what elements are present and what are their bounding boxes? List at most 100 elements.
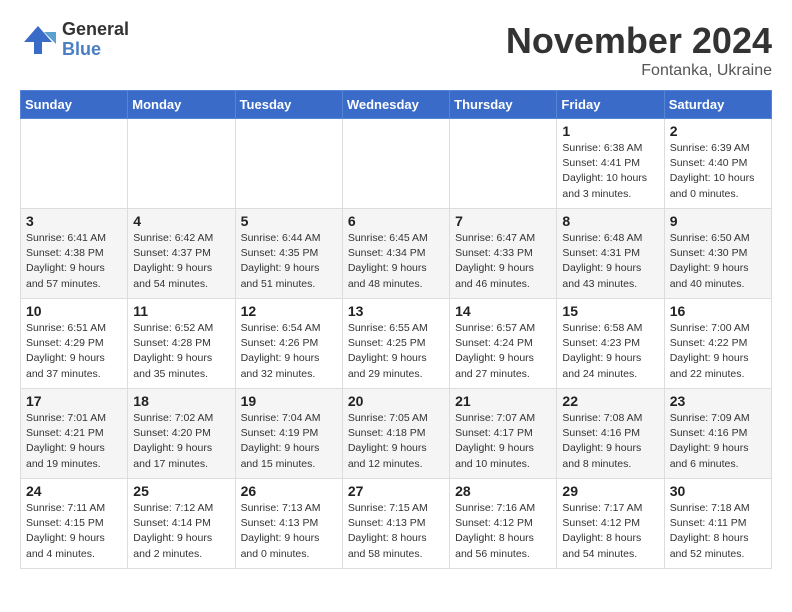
header-day-saturday: Saturday bbox=[664, 91, 771, 119]
day-number: 13 bbox=[348, 303, 444, 319]
day-number: 16 bbox=[670, 303, 766, 319]
day-number: 10 bbox=[26, 303, 122, 319]
day-number: 5 bbox=[241, 213, 337, 229]
week-row-2: 3Sunrise: 6:41 AM Sunset: 4:38 PM Daylig… bbox=[21, 209, 772, 299]
day-info: Sunrise: 6:44 AM Sunset: 4:35 PM Dayligh… bbox=[241, 231, 337, 292]
cell-week3-day0: 10 Sunrise: 6:51 AM Sunset: 4:29 PM Dayli… bbox=[21, 299, 128, 389]
day-info: Sunrise: 7:07 AM Sunset: 4:17 PM Dayligh… bbox=[455, 411, 551, 472]
logo-general-text: General bbox=[62, 20, 129, 40]
week-row-5: 24 Sunrise: 7:11 AM Sunset: 4:15 PM Dayli… bbox=[21, 479, 772, 569]
day-info: Sunrise: 7:11 AM Sunset: 4:15 PM Dayligh… bbox=[26, 501, 122, 562]
day-number: 30 bbox=[670, 483, 766, 499]
day-info: Sunrise: 6:58 AM Sunset: 4:23 PM Dayligh… bbox=[562, 321, 658, 382]
day-number: 11 bbox=[133, 303, 229, 319]
cell-week4-day6: 23Sunrise: 7:09 AM Sunset: 4:16 PM Dayli… bbox=[664, 389, 771, 479]
day-info: Sunrise: 6:45 AM Sunset: 4:34 PM Dayligh… bbox=[348, 231, 444, 292]
week-row-4: 17 Sunrise: 7:01 AM Sunset: 4:21 PM Dayli… bbox=[21, 389, 772, 479]
day-number: 7 bbox=[455, 213, 551, 229]
cell-week5-day6: 30 Sunrise: 7:18 AM Sunset: 4:11 PM Dayli… bbox=[664, 479, 771, 569]
cell-week4-day3: 20Sunrise: 7:05 AM Sunset: 4:18 PM Dayli… bbox=[342, 389, 449, 479]
day-number: 23 bbox=[670, 393, 766, 409]
day-info: Sunrise: 6:51 AM Sunset: 4:29 PM Dayligh… bbox=[26, 321, 122, 382]
cell-week3-day6: 16 Sunrise: 7:00 AM Sunset: 4:22 PM Dayli… bbox=[664, 299, 771, 389]
day-number: 8 bbox=[562, 213, 658, 229]
day-number: 19 bbox=[241, 393, 337, 409]
cell-week1-day0 bbox=[21, 119, 128, 209]
cell-week4-day2: 19 Sunrise: 7:04 AM Sunset: 4:19 PM Dayli… bbox=[235, 389, 342, 479]
cell-week1-day5: 1Sunrise: 6:38 AM Sunset: 4:41 PM Daylig… bbox=[557, 119, 664, 209]
day-info: Sunrise: 7:16 AM Sunset: 4:12 PM Dayligh… bbox=[455, 501, 551, 562]
cell-week4-day1: 18Sunrise: 7:02 AM Sunset: 4:20 PM Dayli… bbox=[128, 389, 235, 479]
day-info: Sunrise: 7:15 AM Sunset: 4:13 PM Dayligh… bbox=[348, 501, 444, 562]
title-section: November 2024 Fontanka, Ukraine bbox=[506, 20, 772, 80]
day-number: 21 bbox=[455, 393, 551, 409]
header: General Blue November 2024 Fontanka, Ukr… bbox=[20, 20, 772, 80]
cell-week4-day4: 21 Sunrise: 7:07 AM Sunset: 4:17 PM Dayli… bbox=[450, 389, 557, 479]
day-number: 26 bbox=[241, 483, 337, 499]
cell-week2-day2: 5 Sunrise: 6:44 AM Sunset: 4:35 PM Daylig… bbox=[235, 209, 342, 299]
location: Fontanka, Ukraine bbox=[506, 62, 772, 80]
day-number: 24 bbox=[26, 483, 122, 499]
cell-week1-day4 bbox=[450, 119, 557, 209]
cell-week5-day4: 28Sunrise: 7:16 AM Sunset: 4:12 PM Dayli… bbox=[450, 479, 557, 569]
day-info: Sunrise: 6:48 AM Sunset: 4:31 PM Dayligh… bbox=[562, 231, 658, 292]
cell-week4-day0: 17 Sunrise: 7:01 AM Sunset: 4:21 PM Dayli… bbox=[21, 389, 128, 479]
day-number: 2 bbox=[670, 123, 766, 139]
day-info: Sunrise: 7:04 AM Sunset: 4:19 PM Dayligh… bbox=[241, 411, 337, 472]
day-info: Sunrise: 7:12 AM Sunset: 4:14 PM Dayligh… bbox=[133, 501, 229, 562]
cell-week3-day2: 12Sunrise: 6:54 AM Sunset: 4:26 PM Dayli… bbox=[235, 299, 342, 389]
cell-week5-day2: 26Sunrise: 7:13 AM Sunset: 4:13 PM Dayli… bbox=[235, 479, 342, 569]
header-day-thursday: Thursday bbox=[450, 91, 557, 119]
day-info: Sunrise: 6:57 AM Sunset: 4:24 PM Dayligh… bbox=[455, 321, 551, 382]
logo-text: General Blue bbox=[62, 20, 129, 60]
cell-week3-day3: 13 Sunrise: 6:55 AM Sunset: 4:25 PM Dayli… bbox=[342, 299, 449, 389]
day-info: Sunrise: 6:39 AM Sunset: 4:40 PM Dayligh… bbox=[670, 141, 766, 202]
calendar-header: SundayMondayTuesdayWednesdayThursdayFrid… bbox=[21, 91, 772, 119]
header-day-tuesday: Tuesday bbox=[235, 91, 342, 119]
day-info: Sunrise: 6:47 AM Sunset: 4:33 PM Dayligh… bbox=[455, 231, 551, 292]
month-title: November 2024 bbox=[506, 20, 772, 62]
day-number: 9 bbox=[670, 213, 766, 229]
day-info: Sunrise: 6:50 AM Sunset: 4:30 PM Dayligh… bbox=[670, 231, 766, 292]
day-info: Sunrise: 7:17 AM Sunset: 4:12 PM Dayligh… bbox=[562, 501, 658, 562]
cell-week5-day5: 29Sunrise: 7:17 AM Sunset: 4:12 PM Dayli… bbox=[557, 479, 664, 569]
cell-week1-day6: 2 Sunrise: 6:39 AM Sunset: 4:40 PM Daylig… bbox=[664, 119, 771, 209]
cell-week3-day1: 11 Sunrise: 6:52 AM Sunset: 4:28 PM Dayli… bbox=[128, 299, 235, 389]
logo: General Blue bbox=[20, 20, 129, 60]
week-row-3: 10 Sunrise: 6:51 AM Sunset: 4:29 PM Dayli… bbox=[21, 299, 772, 389]
day-number: 17 bbox=[26, 393, 122, 409]
cell-week2-day1: 4 Sunrise: 6:42 AM Sunset: 4:37 PM Daylig… bbox=[128, 209, 235, 299]
cell-week5-day1: 25 Sunrise: 7:12 AM Sunset: 4:14 PM Dayli… bbox=[128, 479, 235, 569]
cell-week5-day0: 24 Sunrise: 7:11 AM Sunset: 4:15 PM Dayli… bbox=[21, 479, 128, 569]
day-info: Sunrise: 7:00 AM Sunset: 4:22 PM Dayligh… bbox=[670, 321, 766, 382]
day-info: Sunrise: 6:54 AM Sunset: 4:26 PM Dayligh… bbox=[241, 321, 337, 382]
day-info: Sunrise: 6:42 AM Sunset: 4:37 PM Dayligh… bbox=[133, 231, 229, 292]
logo-icon bbox=[20, 22, 56, 58]
cell-week3-day5: 15 Sunrise: 6:58 AM Sunset: 4:23 PM Dayli… bbox=[557, 299, 664, 389]
day-info: Sunrise: 6:52 AM Sunset: 4:28 PM Dayligh… bbox=[133, 321, 229, 382]
day-info: Sunrise: 6:41 AM Sunset: 4:38 PM Dayligh… bbox=[26, 231, 122, 292]
logo-blue-text: Blue bbox=[62, 40, 129, 60]
day-number: 4 bbox=[133, 213, 229, 229]
day-number: 6 bbox=[348, 213, 444, 229]
day-info: Sunrise: 7:01 AM Sunset: 4:21 PM Dayligh… bbox=[26, 411, 122, 472]
day-number: 22 bbox=[562, 393, 658, 409]
day-info: Sunrise: 7:02 AM Sunset: 4:20 PM Dayligh… bbox=[133, 411, 229, 472]
day-info: Sunrise: 6:38 AM Sunset: 4:41 PM Dayligh… bbox=[562, 141, 658, 202]
day-info: Sunrise: 7:05 AM Sunset: 4:18 PM Dayligh… bbox=[348, 411, 444, 472]
day-number: 14 bbox=[455, 303, 551, 319]
day-number: 27 bbox=[348, 483, 444, 499]
day-info: Sunrise: 6:55 AM Sunset: 4:25 PM Dayligh… bbox=[348, 321, 444, 382]
calendar-body: 1Sunrise: 6:38 AM Sunset: 4:41 PM Daylig… bbox=[21, 119, 772, 569]
calendar-table: SundayMondayTuesdayWednesdayThursdayFrid… bbox=[20, 90, 772, 569]
week-row-1: 1Sunrise: 6:38 AM Sunset: 4:41 PM Daylig… bbox=[21, 119, 772, 209]
cell-week2-day6: 9 Sunrise: 6:50 AM Sunset: 4:30 PM Daylig… bbox=[664, 209, 771, 299]
day-number: 25 bbox=[133, 483, 229, 499]
header-day-monday: Monday bbox=[128, 91, 235, 119]
header-row: SundayMondayTuesdayWednesdayThursdayFrid… bbox=[21, 91, 772, 119]
cell-week1-day3 bbox=[342, 119, 449, 209]
day-info: Sunrise: 7:18 AM Sunset: 4:11 PM Dayligh… bbox=[670, 501, 766, 562]
cell-week2-day3: 6 Sunrise: 6:45 AM Sunset: 4:34 PM Daylig… bbox=[342, 209, 449, 299]
day-number: 15 bbox=[562, 303, 658, 319]
cell-week4-day5: 22Sunrise: 7:08 AM Sunset: 4:16 PM Dayli… bbox=[557, 389, 664, 479]
